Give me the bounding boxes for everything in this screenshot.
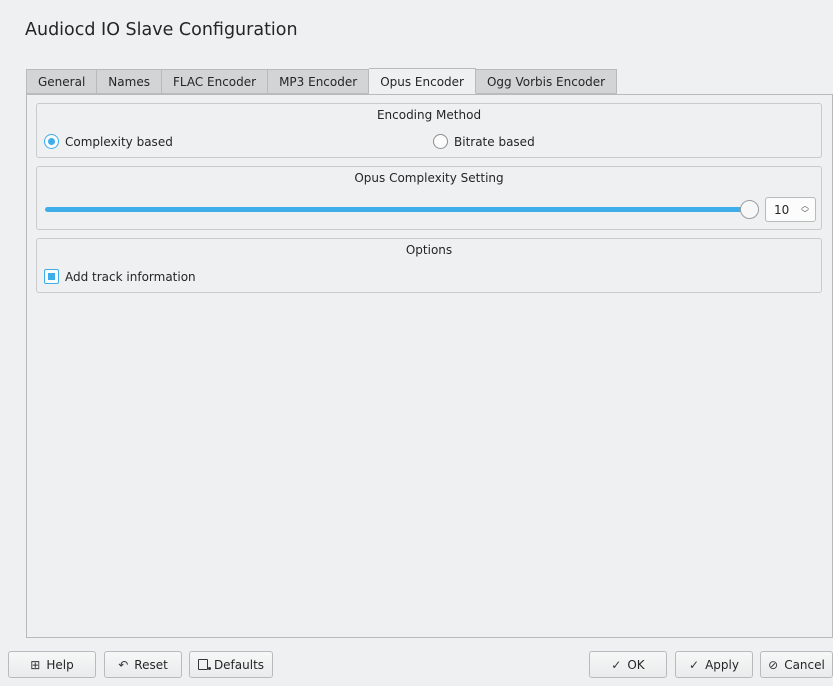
complexity-based-label: Complexity based bbox=[65, 134, 173, 149]
tab-general[interactable]: General bbox=[26, 69, 98, 94]
complexity-value: 10 bbox=[774, 203, 790, 217]
ok-button-label: OK bbox=[627, 657, 645, 672]
radio-checked-icon[interactable] bbox=[44, 134, 59, 149]
check-icon: ✓ bbox=[689, 657, 700, 672]
opus-encoder-panel: Encoding Method Complexity based Bitrate… bbox=[26, 94, 833, 638]
encoding-method-group: Encoding Method Complexity based Bitrate… bbox=[36, 103, 822, 158]
apply-button-label: Apply bbox=[705, 657, 739, 672]
cancel-button-label: Cancel bbox=[784, 657, 825, 672]
complexity-setting-group: Opus Complexity Setting 10 ︿ ﹀ bbox=[36, 166, 822, 230]
options-title: Options bbox=[405, 243, 453, 257]
apply-button[interactable]: ✓ Apply bbox=[675, 651, 753, 678]
radio-unchecked-icon[interactable] bbox=[433, 134, 448, 149]
complexity-slider-handle[interactable] bbox=[740, 200, 759, 219]
reset-button[interactable]: ↶ Reset bbox=[104, 651, 182, 678]
undo-icon: ↶ bbox=[118, 657, 129, 672]
spin-arrows-icon[interactable]: ︿ ﹀ bbox=[800, 201, 810, 218]
bitrate-based-radio[interactable]: Bitrate based bbox=[433, 134, 535, 149]
tab-flac-encoder[interactable]: FLAC Encoder bbox=[161, 69, 269, 94]
tab-opus-encoder[interactable]: Opus Encoder bbox=[369, 68, 476, 94]
help-icon: ⊞ bbox=[30, 657, 41, 672]
tab-ogg-vorbis-encoder[interactable]: Ogg Vorbis Encoder bbox=[475, 69, 618, 94]
tab-bar: General Names FLAC Encoder MP3 Encoder O… bbox=[26, 68, 618, 94]
complexity-based-radio[interactable]: Complexity based bbox=[44, 134, 173, 149]
encoding-method-title: Encoding Method bbox=[376, 108, 482, 122]
checkbox-checked-icon[interactable] bbox=[44, 269, 59, 284]
ok-button[interactable]: ✓ OK bbox=[589, 651, 667, 678]
help-button[interactable]: ⊞ Help bbox=[8, 651, 96, 678]
complexity-setting-title: Opus Complexity Setting bbox=[354, 171, 504, 185]
defaults-button[interactable]: Defaults bbox=[189, 651, 273, 678]
options-group: Options Add track information bbox=[36, 238, 822, 293]
config-dialog: Audiocd IO Slave Configuration General N… bbox=[0, 0, 833, 686]
tab-mp3-encoder[interactable]: MP3 Encoder bbox=[268, 69, 370, 94]
reset-button-label: Reset bbox=[134, 657, 168, 672]
cancel-icon: ⊘ bbox=[768, 657, 779, 672]
complexity-spinbox[interactable]: 10 ︿ ﹀ bbox=[765, 197, 816, 222]
page-title: Audiocd IO Slave Configuration bbox=[25, 20, 298, 40]
help-button-label: Help bbox=[46, 657, 74, 672]
add-track-information-checkbox[interactable]: Add track information bbox=[44, 269, 196, 284]
complexity-slider-track[interactable] bbox=[45, 207, 753, 212]
tab-names[interactable]: Names bbox=[97, 69, 162, 94]
add-track-information-label: Add track information bbox=[65, 269, 196, 284]
check-icon: ✓ bbox=[611, 657, 622, 672]
defaults-button-label: Defaults bbox=[213, 657, 265, 672]
cancel-button[interactable]: ⊘ Cancel bbox=[760, 651, 833, 678]
defaults-icon bbox=[197, 659, 211, 670]
bitrate-based-label: Bitrate based bbox=[454, 134, 535, 149]
